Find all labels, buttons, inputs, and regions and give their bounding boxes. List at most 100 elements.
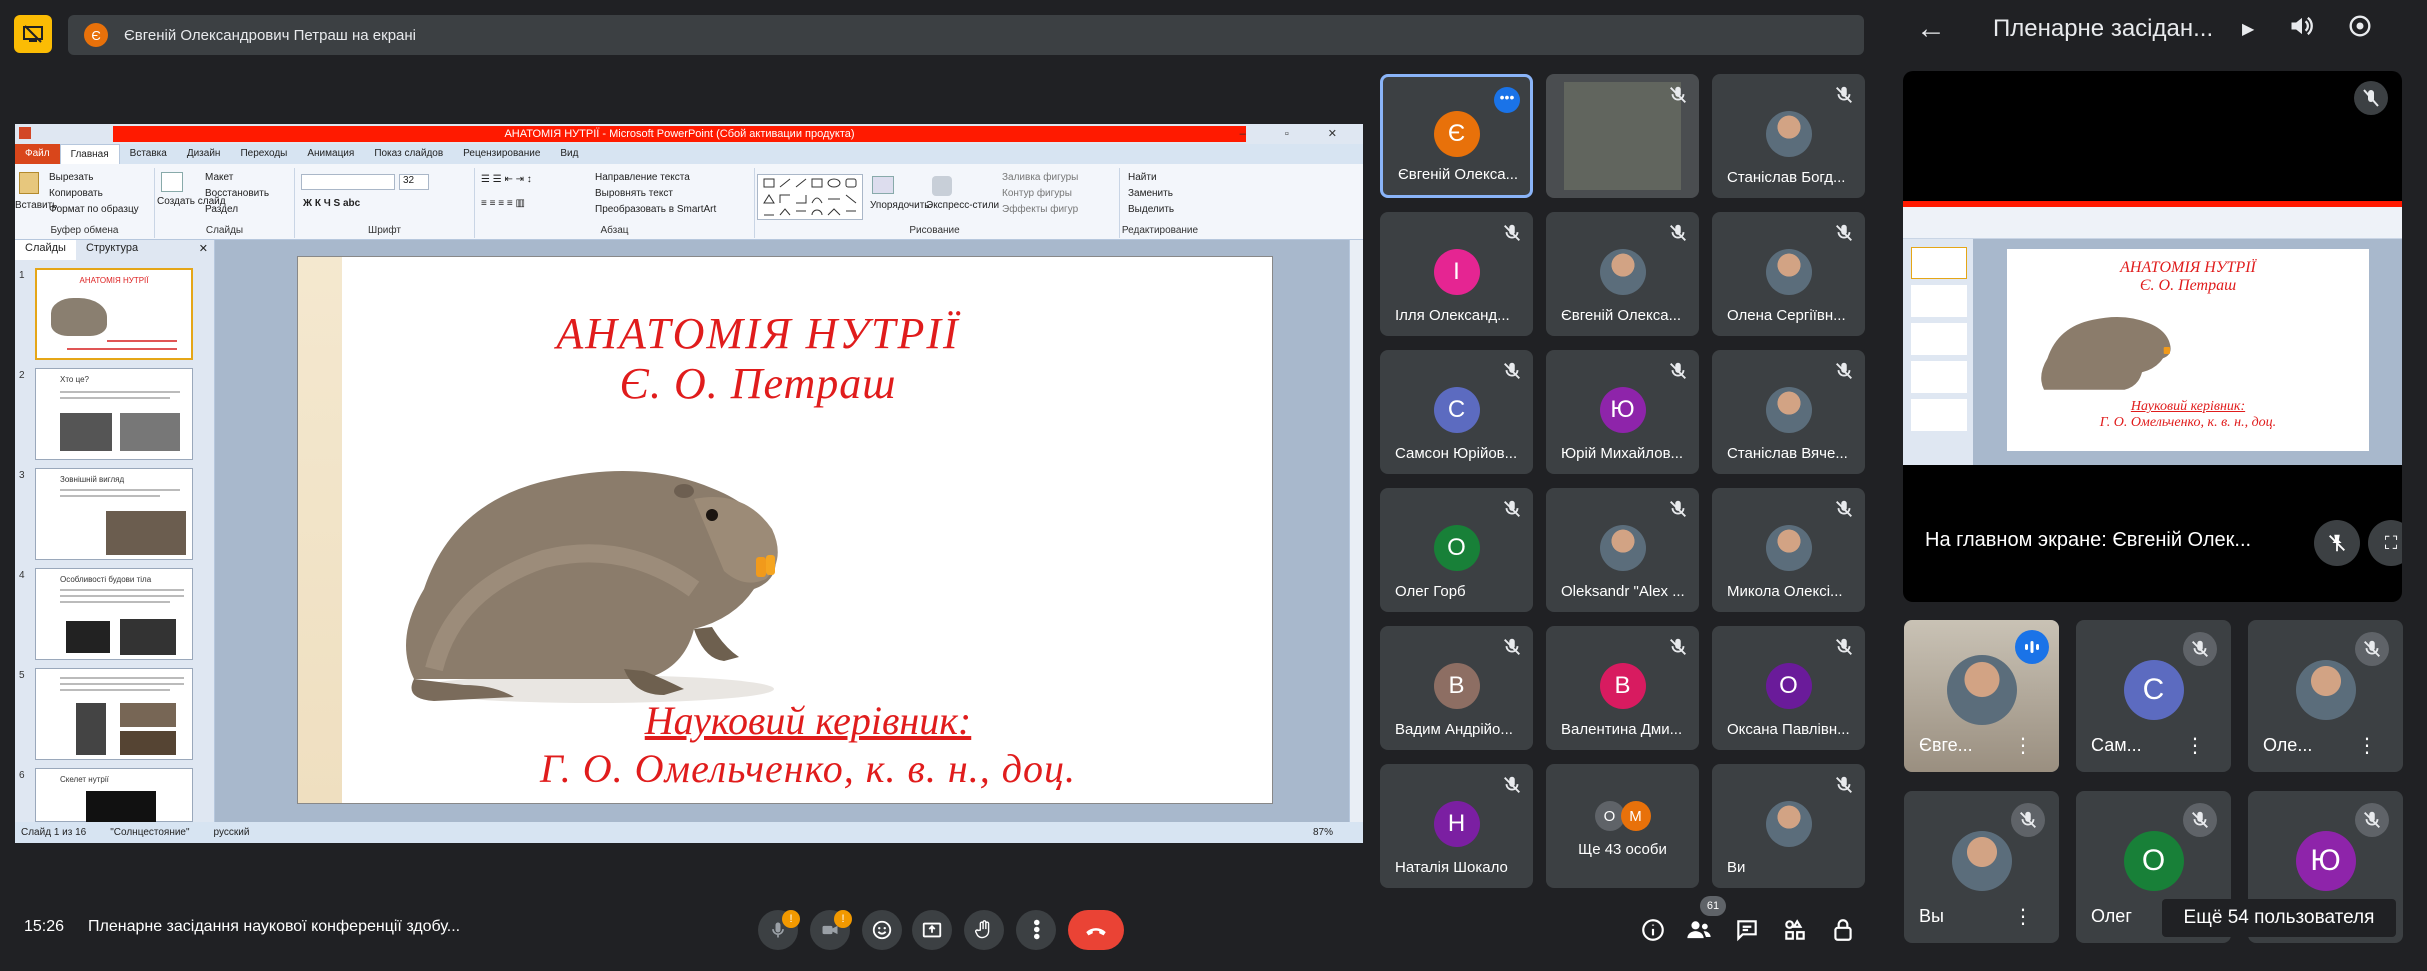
slide-thumbnail[interactable] — [35, 668, 193, 760]
people-icon[interactable] — [1684, 915, 1714, 945]
layout-button[interactable]: Макет — [205, 172, 233, 183]
copy-button[interactable]: Копировать — [49, 188, 103, 199]
more-vert-icon[interactable]: ⋮ — [2185, 736, 2205, 756]
side-participant-tile[interactable]: С Сам... ⋮ — [2076, 620, 2231, 772]
participant-tile[interactable]: Н Наталія Шокало — [1380, 764, 1533, 888]
slide-thumbnail[interactable]: АНАТОМІЯ НУТРІЇ — [35, 268, 193, 360]
arrange-icon — [872, 176, 894, 194]
participant-tile[interactable]: В Вадим Андрійо... — [1380, 626, 1533, 750]
participant-tile[interactable]: Oleksandr "Alex ... — [1546, 488, 1699, 612]
slide-thumbnail[interactable]: Зовнішній вигляд — [35, 468, 193, 560]
language[interactable]: русский — [214, 827, 250, 838]
find-button[interactable]: Найти — [1128, 172, 1157, 183]
play-arrow-icon[interactable]: ▶ — [2242, 19, 2254, 39]
more-options-button[interactable]: ••• — [1016, 910, 1056, 950]
participant-tile[interactable]: Станіслав Богд... — [1712, 74, 1865, 198]
mic-off-icon — [1833, 84, 1855, 106]
pp-tab-insert[interactable]: Вставка — [120, 144, 177, 164]
current-slide[interactable]: АНАТОМІЯ НУТРІЇ Є. О. Петраш Науковий ке… — [297, 256, 1273, 804]
pp-tab-review[interactable]: Рецензирование — [453, 144, 550, 164]
leave-call-button[interactable] — [1068, 910, 1124, 950]
side-participant-tile[interactable]: Євге... ⋮ — [1904, 620, 2059, 772]
more-users-button[interactable]: Ещё 54 пользователя — [2162, 899, 2396, 937]
more-vert-icon[interactable]: ⋮ — [2013, 907, 2033, 927]
participant-tile[interactable] — [1546, 74, 1699, 198]
smartart-button[interactable]: Преобразовать в SmartArt — [595, 204, 716, 215]
font-name-select[interactable] — [301, 174, 395, 190]
camera-switch-icon[interactable] — [2346, 12, 2374, 47]
text-direction-button[interactable]: Направление текста — [595, 172, 690, 183]
arrange-button[interactable]: Упорядочить — [870, 200, 930, 211]
close-panel-icon[interactable]: ✕ — [193, 240, 214, 260]
slide-thumbnail[interactable]: Хто це? — [35, 368, 193, 460]
info-icon[interactable] — [1638, 915, 1668, 945]
participant-tile[interactable]: Микола Олексі... — [1712, 488, 1865, 612]
stop-presenting-icon[interactable] — [14, 15, 52, 53]
reset-button[interactable]: Восстановить — [205, 188, 269, 199]
chat-icon[interactable] — [1732, 915, 1762, 945]
participant-tile[interactable]: Ви — [1712, 764, 1865, 888]
hang-up-icon — [1086, 928, 1106, 936]
thumb-line — [60, 601, 170, 603]
more-options-icon[interactable]: ••• — [1494, 87, 1520, 113]
fullscreen-icon[interactable]: ⛶ — [2368, 520, 2402, 566]
pp-tab-transitions[interactable]: Переходы — [230, 144, 297, 164]
pp-tab-slideshow[interactable]: Показ слайдов — [364, 144, 453, 164]
participant-tile[interactable]: Ю Юрій Михайлов... — [1546, 350, 1699, 474]
font-size-select[interactable]: 32 — [399, 174, 429, 190]
select-button[interactable]: Выделить — [1128, 204, 1174, 215]
participant-tile[interactable]: Олена Сергіївн... — [1712, 212, 1865, 336]
vertical-scrollbar[interactable] — [1349, 240, 1363, 822]
pp-tab-home[interactable]: Главная — [59, 144, 120, 164]
avatar — [1765, 110, 1812, 157]
cut-button[interactable]: Вырезать — [49, 172, 93, 183]
main-stage[interactable]: АНАТОМІЯ НУТРІЇ Є. О. Петраш Науковий ке… — [1903, 71, 2402, 602]
thumb-number: 6 — [19, 770, 25, 781]
align-buttons[interactable]: ≡ ≡ ≡ ≡ ▥ — [481, 198, 525, 209]
activities-icon[interactable] — [1780, 915, 1810, 945]
host-controls-icon[interactable] — [1828, 915, 1858, 945]
replace-button[interactable]: Заменить — [1128, 188, 1173, 199]
shapes-gallery[interactable] — [757, 174, 863, 220]
window-controls[interactable]: – ▫ ✕ — [1240, 127, 1355, 140]
zoom-level[interactable]: 87% — [1313, 827, 1333, 838]
slide-thumbnail[interactable]: Скелет нутрії — [35, 768, 193, 823]
shape-effects-button[interactable]: Эффекты фигур — [1002, 204, 1078, 215]
section-button[interactable]: Раздел — [205, 204, 238, 215]
side-participant-tile[interactable]: Оле... ⋮ — [2248, 620, 2403, 772]
align-text-button[interactable]: Выровнять текст — [595, 188, 673, 199]
panel-tab-slides[interactable]: Слайды — [15, 240, 76, 260]
emoji-button[interactable] — [862, 910, 902, 950]
raise-hand-button[interactable] — [964, 910, 1004, 950]
avatar: В — [1599, 662, 1646, 709]
participant-tile[interactable]: Євгеній Олекса... — [1546, 212, 1699, 336]
pp-tab-design[interactable]: Дизайн — [177, 144, 231, 164]
pp-tab-animation[interactable]: Анимация — [297, 144, 364, 164]
participant-tile[interactable]: Станіслав Вяче... — [1712, 350, 1865, 474]
shape-outline-button[interactable]: Контур фигуры — [1002, 188, 1072, 199]
more-vert-icon[interactable]: ⋮ — [2013, 736, 2033, 756]
present-button[interactable] — [912, 910, 952, 950]
quick-styles-button[interactable]: Экспресс-стили — [926, 200, 999, 211]
participant-tile[interactable]: І Ілля Олександ... — [1380, 212, 1533, 336]
more-vert-icon[interactable]: ⋮ — [2357, 736, 2377, 756]
slide-thumbnail[interactable]: Особливості будови тіла — [35, 568, 193, 660]
list-buttons[interactable]: ☰ ☰ ⇤ ⇥ ↕ — [481, 174, 532, 185]
bold-button[interactable]: Ж К Ч S abc — [303, 198, 360, 209]
format-painter-button[interactable]: Формат по образцу — [49, 204, 139, 215]
participant-tile[interactable]: О Олег Горб — [1380, 488, 1533, 612]
back-arrow-icon[interactable]: ← — [1916, 12, 1946, 46]
participant-name: Євге... — [1919, 735, 1973, 755]
participant-tile[interactable]: Є ••• Євгеній Олекса... — [1380, 74, 1533, 198]
participant-tile[interactable]: С Самсон Юрійов... — [1380, 350, 1533, 474]
pp-tab-view[interactable]: Вид — [550, 144, 588, 164]
shape-fill-button[interactable]: Заливка фигуры — [1002, 172, 1078, 183]
pin-off-icon[interactable] — [2314, 520, 2360, 566]
participant-tile[interactable]: О Оксана Павлівн... — [1712, 626, 1865, 750]
side-participant-tile[interactable]: Вы ⋮ — [1904, 791, 2059, 943]
panel-tab-outline[interactable]: Структура — [76, 240, 148, 260]
volume-icon[interactable] — [2288, 12, 2316, 47]
participant-tile[interactable]: О М Ще 43 особи — [1546, 764, 1699, 888]
pp-tab-file[interactable]: Файл — [15, 144, 60, 164]
participant-tile[interactable]: В Валентина Дми... — [1546, 626, 1699, 750]
